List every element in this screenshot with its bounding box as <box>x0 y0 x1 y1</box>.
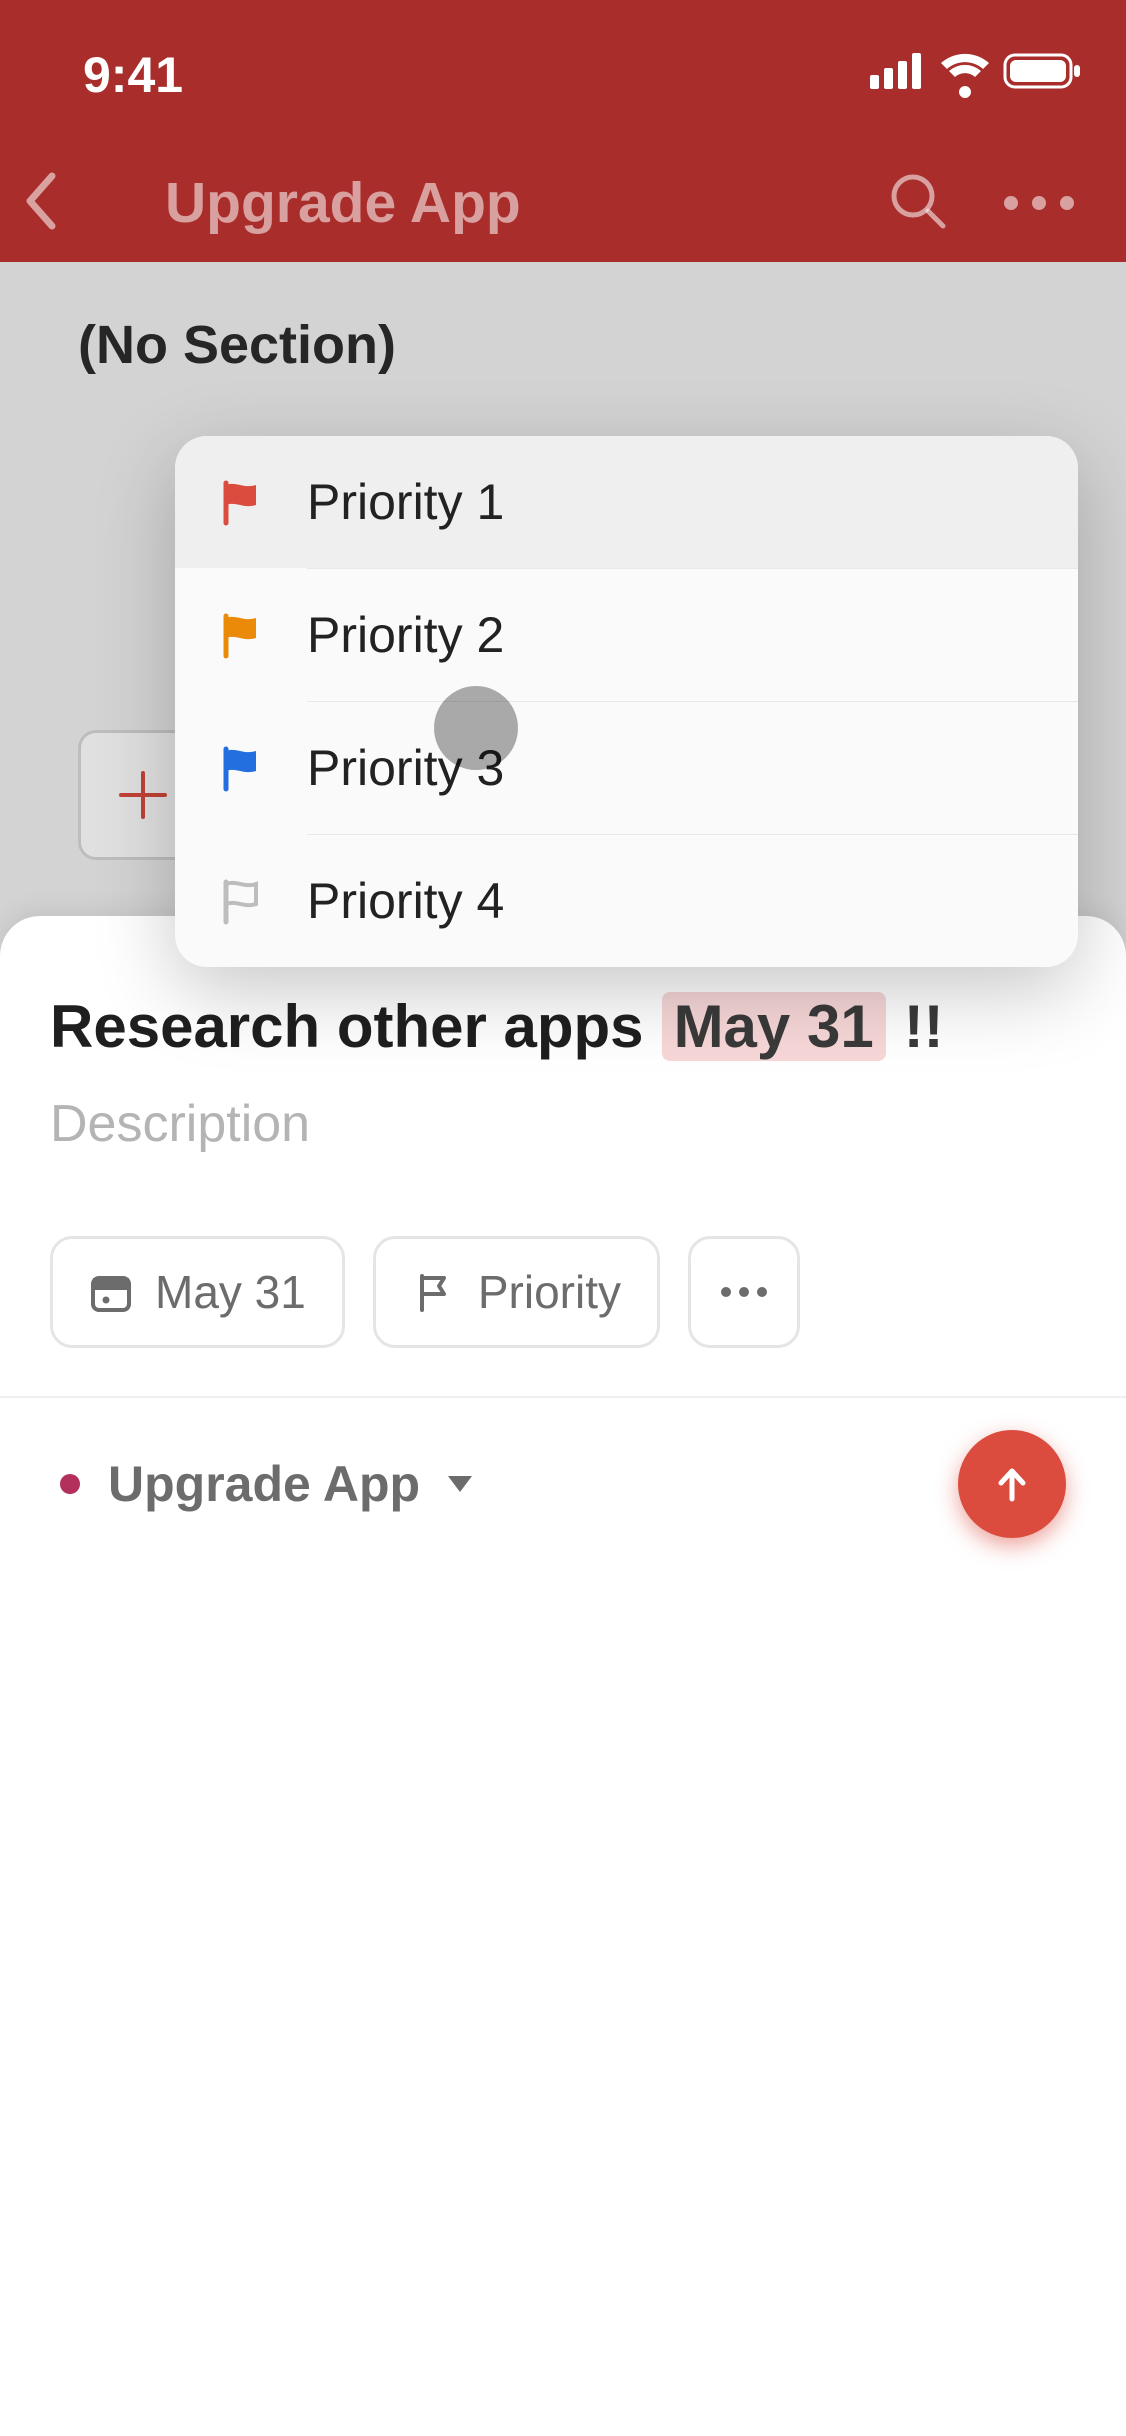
back-button[interactable] <box>22 172 58 235</box>
priority-option-1[interactable]: Priority 1 <box>175 436 1078 568</box>
task-date-token[interactable]: May 31 <box>662 992 886 1061</box>
priority-option-3[interactable]: Priority 3 <box>175 702 1078 834</box>
compose-sheet: Research other apps May 31 !! Descriptio… <box>0 916 1126 2436</box>
priority-chip[interactable]: Priority <box>373 1236 660 1348</box>
priority-chip-label: Priority <box>478 1265 621 1319</box>
flag-icon <box>175 741 307 795</box>
page-title: Upgrade App <box>165 170 521 236</box>
priority-option-label: Priority 4 <box>307 872 504 930</box>
project-name: Upgrade App <box>108 1455 420 1513</box>
priority-option-4[interactable]: Priority 4 <box>175 835 1078 967</box>
calendar-icon <box>89 1270 133 1314</box>
submit-button[interactable] <box>958 1430 1066 1538</box>
priority-option-label: Priority 2 <box>307 606 504 664</box>
flag-icon <box>175 874 307 928</box>
priority-option-label: Priority 1 <box>307 473 504 531</box>
task-title-text: Research other apps <box>50 992 644 1061</box>
chevron-down-icon <box>448 1476 472 1492</box>
flag-icon <box>412 1270 456 1314</box>
section-title: (No Section) <box>78 314 396 376</box>
flag-icon <box>175 608 307 662</box>
status-time: 9:41 <box>83 46 183 104</box>
app-header: 9:41 Upgrade App <box>0 0 1126 262</box>
flag-icon <box>175 475 307 529</box>
status-indicators <box>870 52 1082 90</box>
touch-indicator <box>434 686 518 770</box>
task-priority-token: !! <box>904 992 944 1061</box>
date-chip-label: May 31 <box>155 1265 306 1319</box>
project-picker[interactable]: Upgrade App <box>60 1455 472 1513</box>
more-options-chip[interactable] <box>688 1236 800 1348</box>
date-chip[interactable]: May 31 <box>50 1236 345 1348</box>
priority-option-2[interactable]: Priority 2 <box>175 569 1078 701</box>
priority-menu: Priority 1 Priority 2 Priority 3 Priorit… <box>175 436 1078 967</box>
battery-icon <box>1004 52 1082 90</box>
cellular-icon <box>870 53 926 89</box>
dots-icon <box>718 1284 770 1300</box>
wifi-icon <box>940 53 990 89</box>
more-button[interactable] <box>1004 196 1074 210</box>
description-input[interactable]: Description <box>50 1094 310 1154</box>
project-color-dot <box>60 1474 80 1494</box>
task-title-input[interactable]: Research other apps May 31 !! <box>50 992 944 1061</box>
divider <box>0 1396 1126 1398</box>
search-button[interactable] <box>888 171 948 236</box>
